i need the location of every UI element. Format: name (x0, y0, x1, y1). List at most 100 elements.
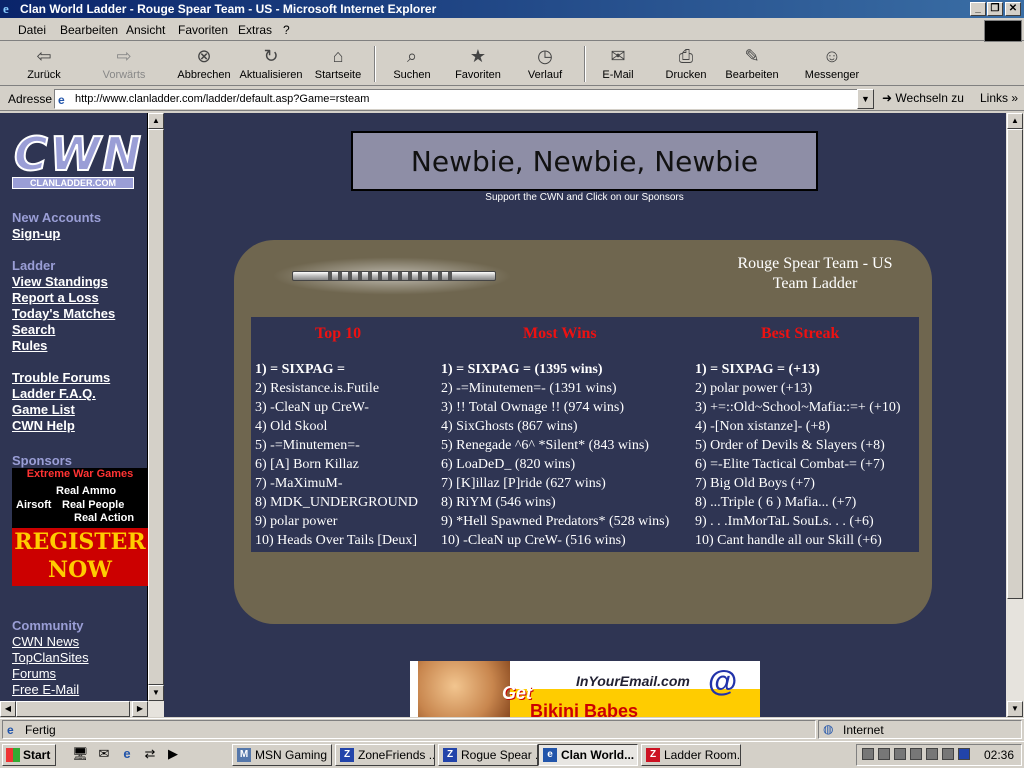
list-item[interactable]: 5) Order of Devils & Slayers (+8) (695, 436, 901, 455)
messenger-button[interactable]: ☺ Messenger (798, 44, 866, 84)
go-button[interactable]: ➜ Wechseln zu (882, 91, 964, 105)
topclansites-link[interactable]: TopClanSites (12, 650, 89, 665)
list-item[interactable]: 1) = SIXPAG = (255, 360, 418, 379)
list-item[interactable]: 10) -CleaN up CreW- (516 wins) (441, 531, 669, 550)
help-link[interactable]: CWN Help (12, 418, 75, 433)
task-rogue-spear[interactable]: Z Rogue Spear ... (438, 744, 538, 766)
task-ladder-room[interactable]: Z Ladder Room... (641, 744, 741, 766)
list-item[interactable]: 2) polar power (+13) (695, 379, 901, 398)
bottom-ad-banner[interactable]: InYourEmail.com @ Get Bikini Babes (410, 661, 760, 717)
ie-quicklaunch-icon[interactable]: e (119, 746, 135, 762)
maximize-button[interactable]: ❐ (987, 2, 1003, 16)
clock[interactable]: 02:36 (984, 748, 1014, 762)
rules-link[interactable]: Rules (12, 338, 47, 353)
list-item[interactable]: 6) =-Elite Tactical Combat-= (+7) (695, 455, 901, 474)
scroll-up-button[interactable]: ▲ (148, 113, 164, 129)
show-desktop-icon[interactable]: 🖥 (72, 746, 89, 762)
volume-icon[interactable] (894, 748, 906, 760)
back-button[interactable]: ⇦ Zurück (10, 44, 78, 84)
menu-extras[interactable]: Extras (238, 23, 272, 37)
scroll-right-button[interactable]: ▶ (132, 701, 148, 717)
list-item[interactable]: 10) Cant handle all our Skill (+6) (695, 531, 901, 550)
list-item[interactable]: 5) Renegade ^6^ *Silent* (843 wins) (441, 436, 669, 455)
scroll-thumb[interactable] (1007, 129, 1023, 599)
list-item[interactable]: 4) -[Non xistanze]- (+8) (695, 417, 901, 436)
list-item[interactable]: 1) = SIXPAG = (+13) (695, 360, 901, 379)
task-msn-gaming[interactable]: M MSN Gaming ... (232, 744, 332, 766)
list-item[interactable]: 8) MDK_UNDERGROUND (255, 493, 418, 512)
game-list-link[interactable]: Game List (12, 402, 75, 417)
list-item[interactable]: 9) polar power (255, 512, 418, 531)
todays-matches-link[interactable]: Today's Matches (12, 306, 115, 321)
tray-icon[interactable] (878, 748, 890, 760)
home-button[interactable]: ⌂ Startseite (304, 44, 372, 84)
trouble-forums-link[interactable]: Trouble Forums (12, 370, 110, 385)
left-frame-scrollbar[interactable]: ▲ ▼ (148, 113, 164, 701)
list-item[interactable]: 3) +=::Old~School~Mafia::=+ (+10) (695, 398, 901, 417)
refresh-button[interactable]: ↻ Aktualisieren (237, 44, 305, 84)
banner-ad[interactable]: Newbie, Newbie, Newbie (351, 131, 818, 191)
list-item[interactable]: 3) !! Total Ownage !! (974 wins) (441, 398, 669, 417)
search-link[interactable]: Search (12, 322, 55, 337)
cwn-logo[interactable]: CWN CLANLADDER.COM (12, 128, 142, 191)
address-input[interactable]: e http://www.clanladder.com/ladder/defau… (54, 89, 858, 109)
tray-icon[interactable] (942, 748, 954, 760)
start-button[interactable]: Start (2, 744, 56, 766)
network-icon[interactable]: ⇄ (142, 746, 158, 762)
address-dropdown-button[interactable]: ▼ (857, 89, 874, 109)
sponsor-ad[interactable]: Extreme War Games Real Ammo Airsoft Real… (12, 468, 148, 586)
forward-button[interactable]: ⇨ Vorwärts (90, 44, 158, 84)
left-frame-hscrollbar[interactable]: ◀ ▶ (0, 701, 164, 717)
menu-bearbeiten[interactable]: Bearbeiten (60, 23, 118, 37)
list-item[interactable]: 2) -=Minutemen=- (1391 wins) (441, 379, 669, 398)
list-item[interactable]: 7) -MaXimuM- (255, 474, 418, 493)
outlook-icon[interactable]: ✉ (96, 746, 112, 762)
list-item[interactable]: 8) RiYM (546 wins) (441, 493, 669, 512)
list-item[interactable]: 5) -=Minutemen=- (255, 436, 418, 455)
search-button[interactable]: ⌕ Suchen (378, 44, 446, 84)
cwn-news-link[interactable]: CWN News (12, 634, 79, 649)
scroll-down-button[interactable]: ▼ (1007, 701, 1023, 717)
view-standings-link[interactable]: View Standings (12, 274, 108, 289)
favorites-button[interactable]: ★ Favoriten (444, 44, 512, 84)
stop-button[interactable]: ⊗ Abbrechen (170, 44, 238, 84)
list-item[interactable]: 4) SixGhosts (867 wins) (441, 417, 669, 436)
minimize-button[interactable]: _ (970, 2, 986, 16)
links-button[interactable]: Links » (980, 91, 1018, 105)
list-item[interactable]: 9) . . .ImMorTaL SouLs. . . (+6) (695, 512, 901, 531)
scroll-down-button[interactable]: ▼ (148, 685, 164, 701)
forums-link[interactable]: Forums (12, 666, 56, 681)
menu-ansicht[interactable]: Ansicht (126, 23, 165, 37)
history-button[interactable]: ◷ Verlauf (511, 44, 579, 84)
menu-favoriten[interactable]: Favoriten (178, 23, 228, 37)
list-item[interactable]: 3) -CleaN up CreW- (255, 398, 418, 417)
list-item[interactable]: 9) *Hell Spawned Predators* (528 wins) (441, 512, 669, 531)
list-item[interactable]: 1) = SIXPAG = (1395 wins) (441, 360, 669, 379)
list-item[interactable]: 7) [K]illaz [P]ride (627 wins) (441, 474, 669, 493)
task-zonefriends[interactable]: Z ZoneFriends ... (335, 744, 435, 766)
mail-button[interactable]: ✉ E-Mail (584, 44, 652, 84)
list-item[interactable]: 4) Old Skool (255, 417, 418, 436)
list-item[interactable]: 2) Resistance.is.Futile (255, 379, 418, 398)
list-item[interactable]: 6) [A] Born Killaz (255, 455, 418, 474)
menu-help[interactable]: ? (283, 23, 290, 37)
scroll-up-button[interactable]: ▲ (1007, 113, 1023, 129)
list-item[interactable]: 7) Big Old Boys (+7) (695, 474, 901, 493)
media-player-icon[interactable]: ▶ (165, 746, 181, 762)
tray-icon[interactable] (926, 748, 938, 760)
tray-icon[interactable] (862, 748, 874, 760)
hscroll-thumb[interactable] (16, 701, 130, 717)
faq-link[interactable]: Ladder F.A.Q. (12, 386, 96, 401)
scroll-thumb[interactable] (148, 129, 164, 685)
report-loss-link[interactable]: Report a Loss (12, 290, 99, 305)
close-button[interactable]: ✕ (1005, 2, 1021, 16)
list-item[interactable]: 6) LoaDeD_ (820 wins) (441, 455, 669, 474)
scroll-left-button[interactable]: ◀ (0, 701, 16, 717)
list-item[interactable]: 8) ...Triple ( 6 ) Mafia... (+7) (695, 493, 901, 512)
tray-icon[interactable] (910, 748, 922, 760)
free-email-link[interactable]: Free E-Mail (12, 682, 79, 697)
edit-button[interactable]: ✎ Bearbeiten (718, 44, 786, 84)
list-item[interactable]: 10) Heads Over Tails [Deux] (255, 531, 418, 550)
menu-datei[interactable]: Datei (18, 23, 46, 37)
zone-tray-icon[interactable] (958, 748, 970, 760)
